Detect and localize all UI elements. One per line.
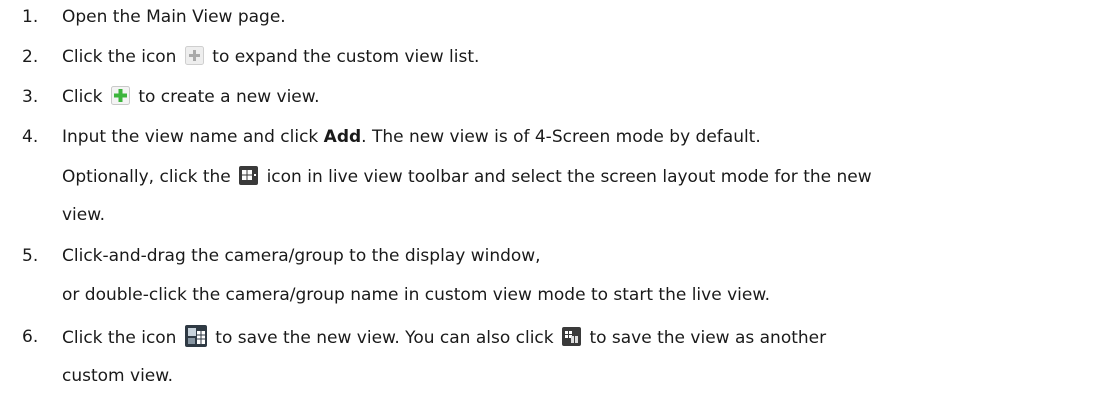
expand-plus-icon xyxy=(184,45,204,65)
step-text: Optionally, click the xyxy=(62,167,231,187)
step-text: . The new view is of 4-Screen mode by de… xyxy=(361,127,761,147)
save-as-view-icon xyxy=(562,326,582,346)
step-text: Click the icon xyxy=(62,47,177,67)
step-number: 5. xyxy=(22,246,39,266)
step-text: to expand the custom view list. xyxy=(212,47,480,67)
screen-layout-icon xyxy=(239,165,259,185)
step-text: or double-click the camera/group name in… xyxy=(62,285,771,305)
step-number: 3. xyxy=(22,87,39,107)
step-text: to create a new view. xyxy=(138,87,320,107)
step-text: Click-and-drag the camera/group to the d… xyxy=(62,246,541,266)
step-text: icon in live view toolbar and select the… xyxy=(266,167,872,187)
step-text: Click xyxy=(62,87,103,107)
step-text: Click the icon xyxy=(62,328,177,348)
save-view-icon xyxy=(184,325,207,347)
step-text: to save the view as another xyxy=(589,328,827,348)
step-text: view. xyxy=(62,205,105,225)
step-text: custom view. xyxy=(62,366,173,386)
step-text: Open the Main View page. xyxy=(62,7,286,27)
add-view-icon xyxy=(110,85,130,105)
step-number: 1. xyxy=(22,7,39,27)
step-number: 4. xyxy=(22,127,39,147)
step-number: 6. xyxy=(22,327,39,347)
step-number: 2. xyxy=(22,47,39,67)
step-text: to save the new view. You can also click xyxy=(215,328,554,348)
add-label: Add xyxy=(323,127,362,147)
step-text: Input the view name and click xyxy=(62,127,319,147)
